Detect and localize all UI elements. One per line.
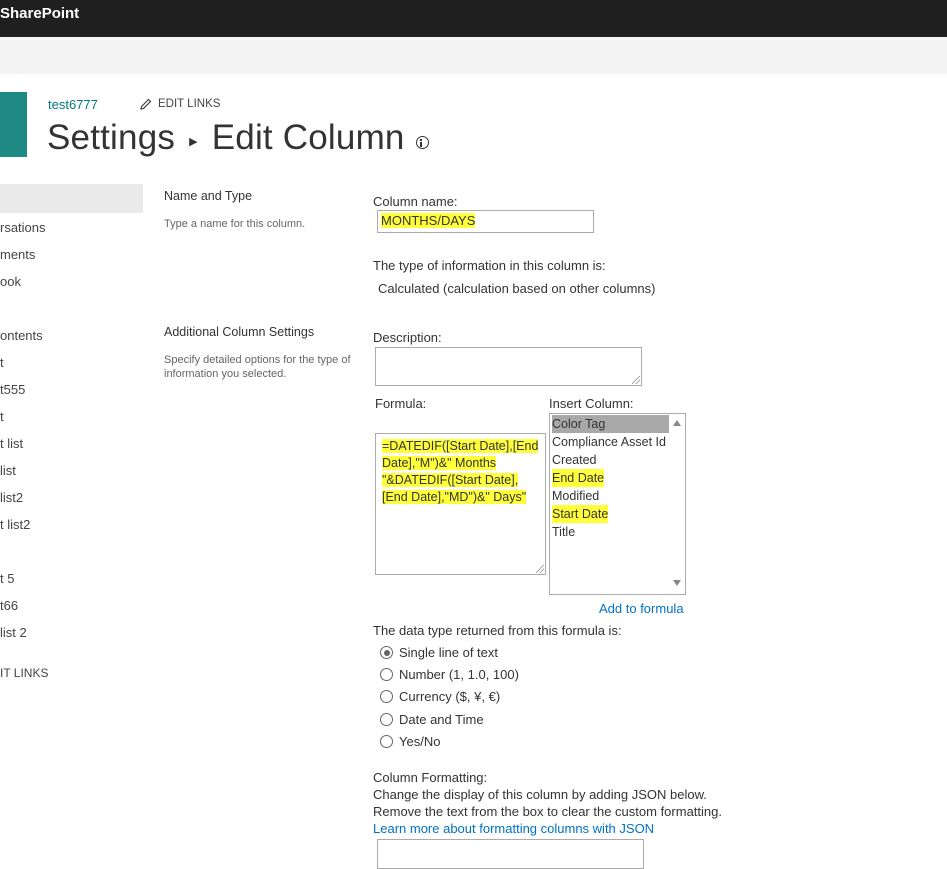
formula-text: =DATEDIF([Start Date],[End Date],"M")&" … — [382, 438, 543, 506]
radio-icon[interactable] — [380, 668, 393, 681]
resize-grip-icon[interactable] — [632, 376, 640, 384]
nav-item-list-a[interactable]: t — [0, 355, 4, 370]
list-item[interactable]: End Date — [552, 469, 605, 487]
radio-icon[interactable] — [380, 690, 393, 703]
formula-line-1: =DATEDIF([Start Date],[End — [382, 439, 539, 453]
breadcrumb-settings[interactable]: Settings — [47, 118, 175, 158]
return-type-label-0: Single line of text — [399, 645, 499, 660]
column-name-label: Column name: — [373, 194, 458, 209]
edit-links-button[interactable]: EDIT LINKS — [140, 98, 220, 110]
nav-item-test-list2[interactable]: t list2 — [0, 517, 30, 532]
list-item[interactable]: Title — [552, 523, 575, 541]
app-title[interactable]: SharePoint — [0, 5, 79, 22]
breadcrumb-separator-icon: ▶ — [189, 135, 198, 148]
nav-item-notebook[interactable]: ook — [0, 274, 21, 289]
list-item[interactable]: Color Tag — [552, 415, 670, 433]
nav-item-test-5[interactable]: t 5 — [0, 571, 14, 586]
formula-textarea[interactable]: =DATEDIF([Start Date],[End Date],"M")&" … — [375, 433, 546, 575]
ribbon-bar — [0, 37, 947, 74]
resize-grip-icon[interactable] — [536, 565, 544, 573]
info-icon[interactable] — [415, 136, 429, 149]
formatting-help-link[interactable]: Learn more about formatting columns with… — [373, 821, 654, 836]
site-logo[interactable] — [0, 92, 27, 157]
radio-icon[interactable] — [380, 735, 393, 748]
insert-column-label: Insert Column: — [549, 396, 634, 411]
list-item[interactable]: Modified — [552, 487, 599, 505]
description-label: Description: — [373, 330, 442, 345]
radio-icon[interactable] — [380, 713, 393, 726]
return-type-label-4: Yes/No — [399, 734, 441, 749]
nav-item-test66[interactable]: t66 — [0, 598, 18, 613]
scroll-down-icon[interactable] — [673, 580, 681, 586]
type-info-label: The type of information in this column i… — [373, 258, 606, 273]
edit-links-label: EDIT LINKS — [158, 98, 221, 110]
section-additional-title: Additional Column Settings — [164, 325, 315, 339]
nav-item-list-2[interactable]: list 2 — [0, 625, 27, 640]
return-type-number[interactable]: Number (1, 1.0, 100) — [380, 667, 519, 682]
nav-item-list2[interactable]: list2 — [0, 490, 23, 505]
pencil-icon — [140, 98, 152, 110]
description-textarea[interactable] — [375, 347, 642, 386]
nav-selected-item[interactable] — [0, 184, 143, 213]
insert-column-listbox[interactable]: Color Tag Compliance Asset Id Created En… — [549, 413, 686, 595]
site-name-link[interactable]: test6777 — [48, 97, 98, 112]
formatting-desc-2: Remove the text from the box to clear th… — [373, 804, 722, 819]
radio-icon[interactable] — [380, 646, 393, 659]
list-item[interactable]: Start Date — [552, 505, 609, 523]
list-item[interactable]: Compliance Asset Id — [552, 433, 666, 451]
section-additional-desc: Specify detailed options for the type of… — [164, 354, 351, 380]
column-name-input[interactable]: MONTHS/DAYS — [377, 210, 594, 233]
formatting-json-textarea[interactable] — [377, 839, 644, 869]
return-type-date-time[interactable]: Date and Time — [380, 712, 484, 727]
nav-item-test-list[interactable]: t list — [0, 436, 23, 451]
formula-label: Formula: — [375, 396, 427, 411]
nav-item-list[interactable]: list — [0, 463, 16, 478]
nav-item-test555[interactable]: t555 — [0, 382, 25, 397]
return-type-label-3: Date and Time — [399, 712, 484, 727]
formula-line-2: Date],"M")&" Months — [382, 456, 497, 470]
return-type-yes-no[interactable]: Yes/No — [380, 734, 440, 749]
column-name-value: MONTHS/DAYS — [381, 213, 476, 228]
breadcrumb-current: Edit Column — [211, 118, 405, 157]
return-type-label: The data type returned from this formula… — [373, 623, 622, 638]
nav-item-conversations[interactable]: rsations — [0, 220, 46, 235]
scroll-up-icon[interactable] — [673, 420, 681, 426]
section-name-type-desc: Type a name for this column. — [164, 218, 306, 230]
return-type-currency[interactable]: Currency ($, ¥, €) — [380, 689, 500, 704]
list-item[interactable]: Created — [552, 451, 596, 469]
return-type-single-line[interactable]: Single line of text — [380, 645, 498, 660]
add-to-formula-button[interactable]: Add to formula — [599, 601, 684, 616]
return-type-label-2: Currency ($, ¥, €) — [399, 689, 501, 704]
listbox-scrollbar[interactable] — [669, 414, 685, 594]
nav-item-list-b[interactable]: t — [0, 409, 4, 424]
section-name-type-title: Name and Type — [164, 189, 253, 203]
formula-line-4: [End Date],"MD")&" Days" — [382, 490, 527, 504]
nav-item-site-contents[interactable]: ontents — [0, 328, 43, 343]
nav-item-documents[interactable]: ments — [0, 247, 35, 262]
type-info-value: Calculated (calculation based on other c… — [378, 281, 656, 296]
page-title: Settings ▶ Edit Column — [47, 118, 429, 158]
suite-bar: SharePoint — [0, 0, 947, 37]
formula-line-3: "&DATEDIF([Start Date], — [382, 473, 519, 487]
formatting-label: Column Formatting: — [373, 770, 488, 785]
nav-edit-links[interactable]: IT LINKS — [0, 666, 48, 680]
formatting-desc-1: Change the display of this column by add… — [373, 787, 707, 802]
return-type-label-1: Number (1, 1.0, 100) — [399, 667, 519, 682]
